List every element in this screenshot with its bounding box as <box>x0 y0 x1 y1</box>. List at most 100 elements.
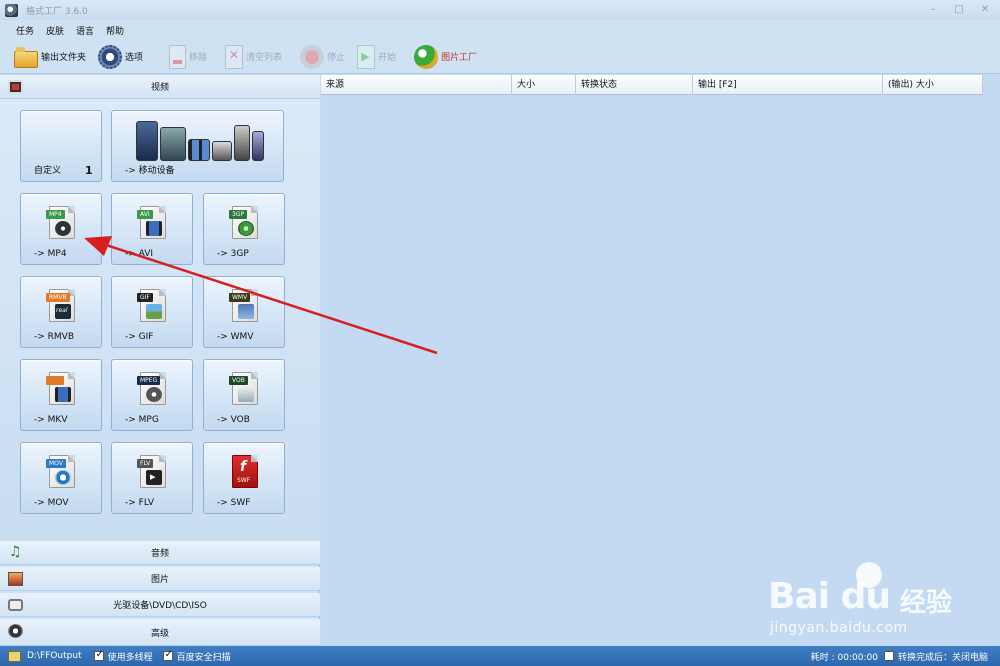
remove-button[interactable]: 移除 <box>167 42 209 72</box>
tile-flv[interactable]: FLV -> FLV <box>111 442 193 514</box>
3gp-tag: 3GP <box>229 210 248 219</box>
clear-list-button[interactable]: 清空列表 <box>223 42 284 72</box>
flv-file-icon: FLV <box>137 455 166 488</box>
multithread-label: 使用多线程 <box>107 652 153 663</box>
tile-vob[interactable]: VOB -> VOB <box>203 359 285 431</box>
category-audio-label: 音频 <box>150 549 169 559</box>
tile-mobile-device[interactable]: -> 移动设备 <box>111 110 284 182</box>
category-advanced[interactable]: 高级 <box>0 619 320 646</box>
menu-task[interactable]: 任务 <box>10 24 40 37</box>
tile-wmv[interactable]: WMV -> WMV <box>203 276 285 348</box>
col-output[interactable]: 输出 [F2] <box>693 75 883 95</box>
mov-file-icon: MOV <box>46 455 75 488</box>
tile-custom-badge: 1 <box>85 164 93 177</box>
mobile-devices-icon <box>134 117 264 161</box>
remove-label: 移除 <box>189 53 208 63</box>
avi-file-icon: AVI <box>137 206 166 239</box>
rmvb-tag: RMVB <box>46 293 70 302</box>
clear-list-icon <box>225 44 244 69</box>
vob-tag: VOB <box>229 376 248 385</box>
category-video-label: 视频 <box>150 83 169 93</box>
mkv-tag <box>46 376 64 385</box>
col-status[interactable]: 转换状态 <box>576 75 693 95</box>
wmv-tag: WMV <box>229 293 251 302</box>
tile-rmvb-label: -> RMVB <box>34 332 74 342</box>
watermark-jingyan: 经验 <box>900 588 953 618</box>
multithread-checkbox[interactable] <box>93 649 104 661</box>
category-video[interactable]: 视频 <box>0 75 320 99</box>
close-button[interactable]: ✕ <box>978 3 992 16</box>
mov-tag: MOV <box>46 459 66 468</box>
options-label: 选项 <box>125 53 144 63</box>
rmvb-file-icon: RMVB <box>46 289 75 322</box>
menu-language[interactable]: 语言 <box>70 24 100 37</box>
tile-mpg[interactable]: MPEG -> MPG <box>111 359 193 431</box>
music-note-icon <box>8 544 23 560</box>
tile-custom-label: 自定义 <box>34 166 62 176</box>
col-output-size[interactable]: (输出) 大小 <box>883 75 983 95</box>
security-scan-label: 百度安全扫描 <box>176 652 231 663</box>
watermark-brand: Bai du <box>768 576 891 617</box>
tile-avi[interactable]: AVI -> AVI <box>111 193 193 265</box>
mpg-file-icon: MPEG <box>137 372 166 405</box>
security-scan-checkbox[interactable] <box>162 649 173 661</box>
avi-tag: AVI <box>137 210 153 219</box>
category-rom-device[interactable]: 光驱设备\DVD\CD\ISO <box>0 593 320 617</box>
remove-doc-icon <box>169 44 187 69</box>
menu-help[interactable]: 帮助 <box>100 24 130 37</box>
tile-mkv[interactable]: -> MKV <box>20 359 102 431</box>
baidu-jingyan-watermark: Bai du 经验 jingyan.baidu.com <box>760 556 990 646</box>
stop-label: 停止 <box>327 53 346 63</box>
options-button[interactable]: 选项 <box>96 42 145 72</box>
tile-avi-label: -> AVI <box>125 249 154 259</box>
category-audio[interactable]: 音频 <box>0 541 320 565</box>
output-folder-button[interactable]: 输出文件夹 <box>12 42 88 72</box>
category-picture[interactable]: 图片 <box>0 567 320 591</box>
vob-file-icon: VOB <box>229 372 258 405</box>
output-folder-label: 输出文件夹 <box>41 53 87 63</box>
tile-swf[interactable]: f SWF -> SWF <box>203 442 285 514</box>
category-advanced-label: 高级 <box>150 628 169 639</box>
disc-drive-icon <box>8 599 23 611</box>
gif-file-icon: GIF <box>137 289 166 322</box>
clear-list-label: 清空列表 <box>246 53 283 63</box>
tile-mov[interactable]: MOV -> MOV <box>20 442 102 514</box>
play-icon <box>357 44 376 69</box>
picture-factory-button[interactable]: 图片工厂 <box>412 42 479 72</box>
tile-swf-label: -> SWF <box>217 498 251 508</box>
tile-rmvb[interactable]: RMVB -> RMVB <box>20 276 102 348</box>
elapsed-time: 耗时 : 00:00:00 <box>810 652 878 663</box>
status-bar: D:\FFOutput 使用多线程 百度安全扫描 耗时 : 00:00:00 转… <box>0 646 1000 666</box>
mkv-file-icon <box>46 372 75 405</box>
category-rom-label: 光驱设备\DVD\CD\ISO <box>113 601 207 611</box>
shutdown-after-label: 转换完成后：关闭电脑 <box>897 652 988 663</box>
video-category-icon <box>8 80 23 94</box>
tile-mpg-label: -> MPG <box>125 415 159 425</box>
col-size[interactable]: 大小 <box>512 75 576 95</box>
tile-3gp-label: -> 3GP <box>217 249 249 259</box>
col-source[interactable]: 来源 <box>321 75 512 95</box>
flv-tag: FLV <box>137 459 154 468</box>
menu-bar: 任务 皮肤 语言 帮助 <box>0 20 1000 40</box>
tile-vob-label: -> VOB <box>217 415 250 425</box>
stop-icon <box>300 44 325 69</box>
menu-skin[interactable]: 皮肤 <box>40 24 70 37</box>
gif-tag: GIF <box>137 293 153 302</box>
stop-button[interactable]: 停止 <box>298 42 347 72</box>
wmv-file-icon: WMV <box>229 289 258 322</box>
start-label: 开始 <box>378 53 397 63</box>
maximize-button[interactable]: □ <box>952 3 966 16</box>
mpg-tag: MPEG <box>137 376 161 385</box>
video-format-grid: 自定义 1 -> 移动设备 MP4 -> MP4 AVI -> AVI 3GP … <box>0 99 320 542</box>
tile-mp4[interactable]: MP4 -> MP4 <box>20 193 102 265</box>
tile-custom[interactable]: 自定义 1 <box>20 110 102 182</box>
mp4-tag: MP4 <box>46 210 65 219</box>
tile-gif[interactable]: GIF -> GIF <box>111 276 193 348</box>
start-button[interactable]: 开始 <box>355 42 398 72</box>
minimize-button[interactable]: – <box>926 3 940 16</box>
output-path[interactable]: D:\FFOutput <box>27 651 82 661</box>
output-folder-icon[interactable] <box>8 650 21 662</box>
shutdown-after-checkbox[interactable] <box>883 651 894 661</box>
swf-tag: SWF <box>237 477 251 484</box>
tile-3gp[interactable]: 3GP -> 3GP <box>203 193 285 265</box>
